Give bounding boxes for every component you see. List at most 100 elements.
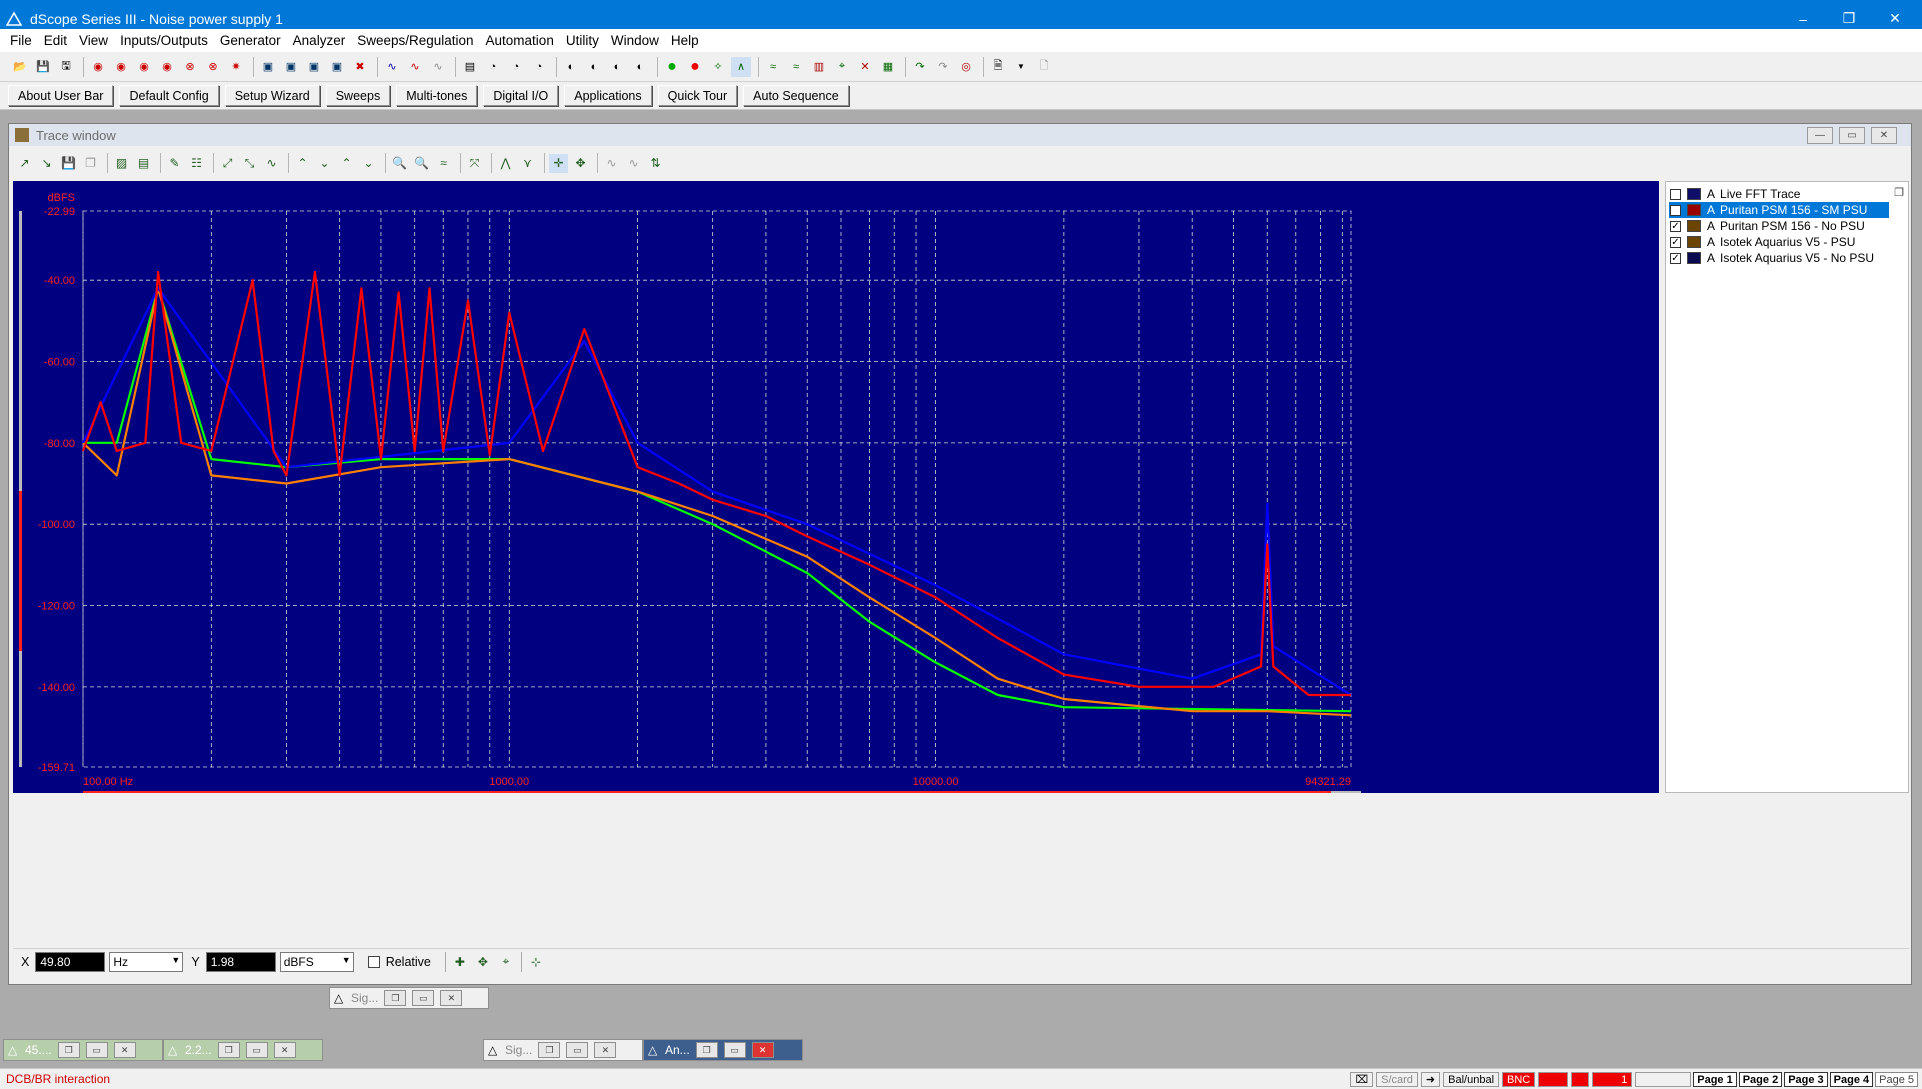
legend-row-live-fft[interactable]: A Live FFT Trace [1669, 186, 1889, 202]
fft-chart[interactable]: -40.00 -60.00 -80.00 -100.00 -120.00 -140.00 d… [13, 181, 1659, 793]
report-dropdown-icon[interactable]: ▼ [1011, 57, 1031, 77]
close-icon[interactable]: ✕ [113, 1042, 136, 1058]
maximize-icon[interactable]: ▭ [245, 1042, 268, 1058]
meter2-icon[interactable]: ◔ [506, 57, 526, 77]
restore-icon[interactable]: ❐ [57, 1042, 80, 1058]
trace-copy-icon[interactable]: ❐ [81, 154, 100, 173]
filter2-icon[interactable]: ≈ [786, 57, 806, 77]
move-icon[interactable]: ✥ [571, 154, 590, 173]
default-config-button[interactable]: Default Config [119, 85, 219, 106]
sweeps-button[interactable]: Sweeps [325, 85, 391, 106]
menu-utility[interactable]: Utility [560, 33, 605, 48]
trace-active-icon[interactable]: ∧ [731, 56, 751, 77]
meter-icon[interactable]: ◔ [483, 57, 503, 77]
minimized-window-2-2[interactable]: △ 2.2... ❐ ▭ ✕ [163, 1039, 323, 1061]
multi-tones-button[interactable]: Multi-tones [396, 85, 478, 106]
print-icon[interactable]: 🗋 [1034, 57, 1054, 77]
sweep-pause-icon[interactable]: ∿ [428, 57, 448, 77]
menu-window[interactable]: Window [605, 33, 665, 48]
y-value-field[interactable]: 1.98 [205, 951, 276, 972]
filter-icon[interactable]: ≈ [763, 57, 783, 77]
output-d-icon[interactable]: ◉ [157, 57, 177, 77]
cursor-a-icon[interactable]: ⌃ [293, 154, 312, 173]
zoom-x-icon[interactable]: ⤡ [240, 154, 259, 173]
restore-icon[interactable]: ❐ [384, 990, 407, 1006]
cursor-b-icon[interactable]: ⌄ [315, 154, 334, 173]
digital-io-button[interactable]: Digital I/O [483, 85, 559, 106]
menu-analyzer[interactable]: Analyzer [287, 33, 352, 48]
cursor-c-icon[interactable]: ⌃ [337, 154, 356, 173]
trace-minimize-button[interactable]: — [1807, 127, 1833, 144]
stop-icon[interactable]: ✖ [350, 57, 370, 77]
maximize-icon[interactable]: ▭ [723, 1042, 746, 1058]
run-green-icon[interactable]: ● [662, 57, 682, 77]
minimized-window-45[interactable]: △ 45.... ❐ ▭ ✕ [3, 1039, 163, 1061]
plot-icon[interactable]: ▦ [878, 57, 898, 77]
cursor-add-icon[interactable]: ✚ [451, 953, 469, 971]
legend-row-puritan-sm-psu[interactable]: ✓ A Puritan PSM 156 - SM PSU [1669, 202, 1889, 218]
input-d-icon[interactable]: ▣ [327, 57, 347, 77]
bars-icon[interactable]: ▥ [809, 57, 829, 77]
cursor-peak-icon[interactable]: ⌖ [497, 953, 515, 971]
input-b-icon[interactable]: ▣ [281, 57, 301, 77]
restore-icon[interactable]: ❐ [538, 1042, 561, 1058]
x-unit-select[interactable]: Hz ▼ [109, 951, 184, 972]
trace-close-button[interactable]: ✕ [1871, 127, 1897, 144]
output-reset-icon[interactable]: ✷ [226, 57, 246, 77]
menu-edit[interactable]: Edit [38, 33, 73, 48]
marker-peak-icon[interactable]: ⋎ [518, 154, 537, 173]
legend-checkbox[interactable]: ✓ [1670, 252, 1681, 264]
menu-inputs-outputs[interactable]: Inputs/Outputs [114, 33, 214, 48]
output-a-icon[interactable]: ◉ [88, 57, 108, 77]
minimized-window-sig-2[interactable]: △ Sig... ❐ ▭ ✕ [483, 1039, 643, 1061]
menu-automation[interactable]: Automation [480, 33, 560, 48]
statistics-icon[interactable]: ⇅ [646, 154, 665, 173]
page-5-tab[interactable]: Page 5 [1875, 1072, 1918, 1087]
close-icon[interactable]: ✕ [273, 1042, 296, 1058]
restore-icon[interactable]: ❐ [695, 1042, 718, 1058]
setup-wizard-button[interactable]: Setup Wizard [224, 85, 320, 106]
report-icon[interactable]: 🗎 [988, 57, 1008, 77]
crosshair-icon[interactable]: ✛ [549, 153, 568, 173]
graph-settings-icon[interactable]: ▤ [134, 154, 153, 173]
legend-row-puritan-no-psu[interactable]: ✓ A Puritan PSM 156 - No PSU [1669, 218, 1889, 234]
trace-add-icon[interactable]: ↗ [15, 154, 34, 173]
save-as-icon[interactable]: 🖫 [56, 57, 76, 77]
legend-checkbox[interactable]: ✓ [1670, 204, 1681, 216]
open-icon[interactable]: 📂 [10, 57, 30, 77]
applications-button[interactable]: Applications [564, 85, 652, 106]
restore-icon[interactable]: ❐ [217, 1042, 240, 1058]
sweep-icon[interactable]: ∿ [382, 57, 402, 77]
zoom-fit-icon[interactable]: ⤢ [218, 154, 237, 173]
page-4-tab[interactable]: Page 4 [1829, 1072, 1874, 1087]
close-icon[interactable]: ✕ [594, 1042, 617, 1058]
channel-b-icon[interactable]: ◐ [584, 57, 604, 77]
legend-copy-icon[interactable]: ❐ [1894, 186, 1904, 199]
minimized-window-sig[interactable]: △ Sig... ❐ ▭ ✕ [329, 987, 489, 1009]
legend-row-isotek-no-psu[interactable]: ✓ A Isotek Aquarius V5 - No PSU [1669, 250, 1889, 266]
fft-plot[interactable]: -40.00 -60.00 -80.00 -100.00 -120.00 -140.00 d… [13, 181, 1659, 793]
trace-window-titlebar[interactable]: Trace window — ▭ ✕ [9, 124, 1911, 146]
about-user-bar-button[interactable]: About User Bar [8, 85, 114, 106]
output-mute-icon[interactable]: ⊗ [203, 57, 223, 77]
channel-c-icon[interactable]: ◐ [607, 57, 627, 77]
legend-checkbox[interactable]: ✓ [1670, 236, 1681, 248]
cursor-link-icon[interactable]: ⊹ [527, 953, 545, 971]
y-unit-select[interactable]: dBFS ▼ [279, 951, 354, 972]
marker-icon[interactable]: ⋀ [496, 154, 515, 173]
legend-row-isotek-psu[interactable]: ✓ A Isotek Aquarius V5 - PSU [1669, 234, 1889, 250]
table-icon[interactable]: ☷ [187, 154, 206, 173]
auto-sequence-button[interactable]: Auto Sequence [743, 85, 849, 106]
edit-trace-icon[interactable]: ✎ [165, 154, 184, 173]
menu-generator[interactable]: Generator [214, 33, 287, 48]
zoom-in-icon[interactable]: 🔍 [390, 154, 409, 173]
trace-maximize-button[interactable]: ▭ [1839, 127, 1865, 144]
output-c-icon[interactable]: ◉ [134, 57, 154, 77]
trace-save-icon[interactable]: 💾 [59, 154, 78, 173]
reg-icon[interactable]: ↷ [910, 57, 930, 77]
reg2-icon[interactable]: ↷ [933, 57, 953, 77]
sweep-stop-icon[interactable]: ∿ [405, 57, 425, 77]
close-icon[interactable]: ✕ [751, 1042, 774, 1058]
autoscale-icon[interactable]: ⤧ [465, 154, 484, 173]
marker-icon[interactable]: ⌖ [832, 57, 852, 77]
